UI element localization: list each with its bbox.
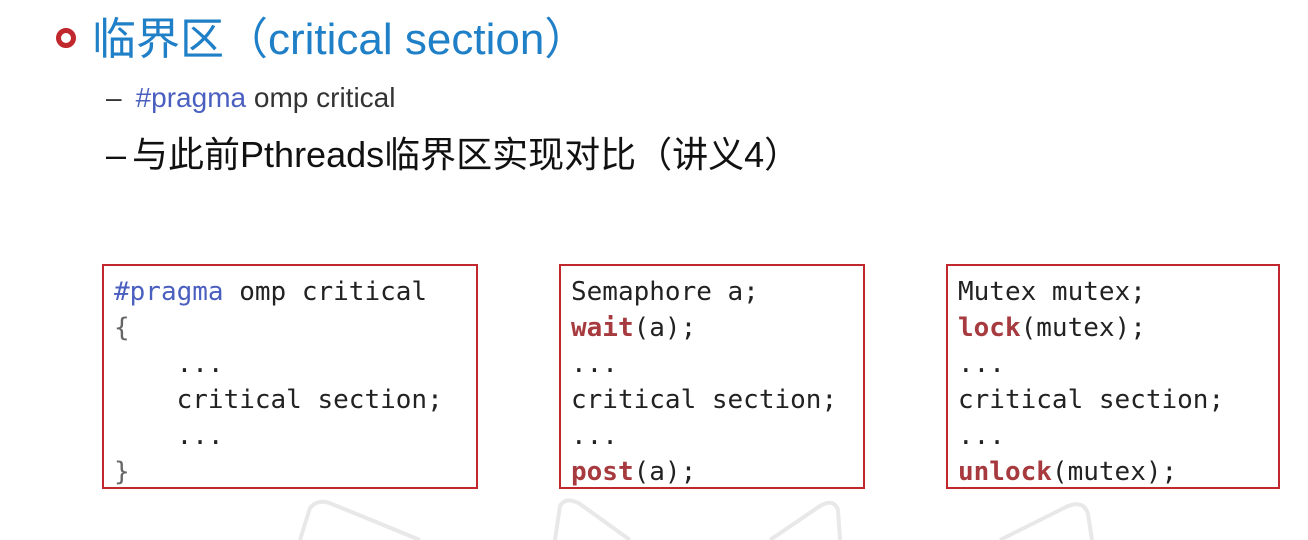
code-line: post(a); xyxy=(571,454,863,490)
code-critical-section: critical section; xyxy=(114,385,443,415)
subpoint-compare: – 与此前Pthreads临界区实现对比（讲义4） xyxy=(106,132,800,178)
code-args: (mutex); xyxy=(1051,457,1178,487)
code-args: (a); xyxy=(633,313,697,343)
pragma-rest: omp critical xyxy=(246,82,396,113)
pragma-keyword: #pragma xyxy=(135,82,247,113)
code-line: lock(mutex); xyxy=(958,310,1278,346)
code-declaration: Mutex mutex; xyxy=(958,277,1146,307)
bullet-ring-icon xyxy=(56,28,76,48)
code-box-semaphore: Semaphore a; wait(a); ... critical secti… xyxy=(559,264,865,489)
open-brace: { xyxy=(114,313,130,343)
dash-marker: – xyxy=(106,134,127,175)
code-ellipsis: ... xyxy=(571,349,618,379)
compare-text: 与此前Pthreads临界区实现对比（讲义4） xyxy=(132,134,801,175)
code-text: omp critical xyxy=(223,277,428,307)
wait-function: wait xyxy=(571,313,634,343)
slide-title: 临界区（critical section） xyxy=(92,15,589,64)
code-line: wait(a); xyxy=(571,310,863,346)
code-box-omp: #pragma omp critical { ... critical sect… xyxy=(102,264,478,489)
unlock-function: unlock xyxy=(958,457,1052,487)
code-ellipsis: ... xyxy=(958,349,1005,379)
code-line: #pragma omp critical xyxy=(114,274,476,310)
post-function: post xyxy=(571,457,634,487)
code-box-mutex: Mutex mutex; lock(mutex); ... critical s… xyxy=(946,264,1280,489)
background-watermark-shapes xyxy=(298,498,1094,540)
pragma-keyword: #pragma xyxy=(114,277,224,307)
code-ellipsis: ... xyxy=(114,349,224,379)
dash-marker: – xyxy=(106,82,122,113)
code-args: (a); xyxy=(633,457,697,487)
code-critical-section: critical section; xyxy=(571,385,838,415)
code-line: unlock(mutex); xyxy=(958,454,1278,490)
code-args: (mutex); xyxy=(1020,313,1146,343)
lock-function: lock xyxy=(958,313,1021,343)
code-ellipsis: ... xyxy=(958,421,1005,451)
code-critical-section: critical section; xyxy=(958,385,1225,415)
code-ellipsis: ... xyxy=(571,421,618,451)
code-ellipsis: ... xyxy=(114,421,224,451)
subpoint-pragma: – #pragma omp critical xyxy=(106,80,395,116)
code-declaration: Semaphore a; xyxy=(571,277,759,307)
close-brace: } xyxy=(114,457,130,487)
